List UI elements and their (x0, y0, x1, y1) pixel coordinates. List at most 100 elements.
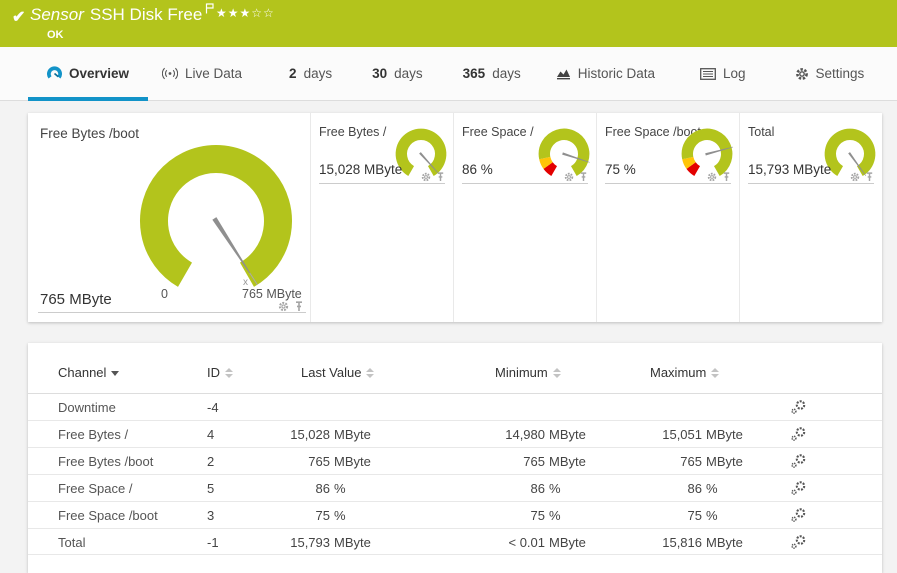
column-header-label: Minimum (495, 365, 548, 380)
tab-365-days[interactable]: 365 days (463, 47, 521, 101)
pin-icon[interactable] (722, 172, 731, 182)
divider (319, 183, 445, 184)
tab-live-data[interactable]: Live Data (162, 47, 242, 101)
last-value-unit: MByte (334, 427, 371, 442)
divider (748, 183, 874, 184)
gauge-value: 15,793 MByte (748, 162, 832, 177)
gauges-panel: Free Bytes /boot 0 765 MByte x 765 MByte… (28, 113, 882, 322)
maximum-unit: MByte (706, 535, 743, 550)
tab-label: Overview (68, 66, 130, 81)
last-value-unit: % (334, 508, 346, 523)
tab-settings[interactable]: Settings (795, 47, 864, 101)
tab-number: 365 (462, 66, 486, 81)
minimum-value: 86 (530, 481, 545, 496)
sort-icon (711, 367, 720, 378)
channel-id: 2 (207, 454, 215, 469)
last-value: 75 (315, 508, 330, 523)
tab-overview[interactable]: Overview (28, 47, 148, 101)
tab-30-days[interactable]: 30 days (372, 47, 423, 101)
tab-label: days (492, 66, 521, 81)
maximum-value: 86 (687, 481, 702, 496)
column-header-channel[interactable]: Channel (58, 365, 120, 380)
table-row-free-bytes-root: Free Bytes / 4 15,028 MByte 14,980 MByte 1… (28, 420, 882, 447)
sort-desc-icon (111, 371, 120, 376)
column-header-label: Last Value (301, 365, 362, 380)
column-header-minimum[interactable]: Minimum (495, 365, 561, 380)
column-header-last-value[interactable]: Last Value (301, 365, 375, 380)
gauge-cell-free-space-boot: Free Space /boot 75 % (596, 113, 739, 322)
area-chart-icon (556, 69, 570, 80)
channel-settings-gears-icon[interactable] (790, 480, 807, 499)
gauge-settings-gear-icon[interactable] (421, 172, 431, 182)
tab-number: 30 (372, 66, 388, 81)
priority-stars[interactable]: ★★★☆☆ (216, 6, 275, 20)
tab-2-days[interactable]: 2 days (289, 47, 332, 101)
table-row-downtime: Downtime -4 (28, 393, 882, 420)
last-value: 86 (315, 481, 330, 496)
table-row-free-space-root: Free Space / 5 86% 86% 86% (28, 474, 882, 501)
tab-log[interactable]: Log (700, 47, 746, 101)
list-icon (700, 67, 716, 80)
sort-icon (225, 367, 233, 378)
pin-icon[interactable] (865, 172, 874, 182)
channel-settings-gears-icon[interactable] (790, 426, 807, 445)
maximum-unit: MByte (706, 427, 743, 442)
gauge-settings-gear-icon[interactable] (850, 172, 860, 182)
column-header-label: Channel (58, 365, 107, 380)
gauge-value: 15,028 MByte (319, 162, 403, 177)
channels-table-panel: Channel ID Last Value Minimum Maximum Do… (28, 343, 882, 573)
pin-icon[interactable] (294, 301, 304, 312)
primary-gauge-cell: Free Bytes /boot 0 765 MByte x 765 MByte (28, 113, 310, 322)
pin-icon[interactable] (579, 172, 588, 182)
tab-historic-data[interactable]: Historic Data (556, 47, 655, 101)
channel-id: 3 (207, 508, 215, 523)
divider (38, 312, 306, 313)
channel-settings-gears-icon[interactable] (790, 453, 807, 472)
last-value-unit: MByte (334, 454, 371, 469)
gauge-value: 75 % (605, 162, 636, 177)
minimum-value: < 0.01 (508, 535, 545, 550)
last-value-unit: % (334, 481, 346, 496)
column-header-maximum[interactable]: Maximum (650, 365, 720, 380)
gauge-cell-free-bytes-root: Free Bytes / 15,028 MByte (310, 113, 453, 322)
gauge-scale-max: 765 MByte (242, 287, 302, 301)
table-row-free-space-boot: Free Space /boot 3 75% 75% 75% (28, 501, 882, 528)
gauge-settings-gear-icon[interactable] (564, 172, 574, 182)
column-header-id[interactable]: ID (207, 365, 233, 380)
divider (462, 183, 588, 184)
table-header-row: Channel ID Last Value Minimum Maximum (28, 365, 882, 393)
channel-name: Free Bytes /boot (58, 454, 154, 469)
gauge-cell-free-space-root: Free Space / 86 % (453, 113, 596, 322)
sort-icon (366, 367, 375, 378)
tab-bar: Overview Live Data 2 days 30 days 365 da… (0, 47, 897, 101)
minimum-value: 765 (523, 454, 545, 469)
stars-filled: ★★★ (216, 6, 252, 20)
tab-label: Log (723, 66, 746, 81)
gauge-scale-min: 0 (161, 287, 168, 301)
gauge-title: Free Space / (462, 125, 534, 139)
gauge-settings-gear-icon[interactable] (278, 301, 289, 312)
active-tab-underline (28, 96, 148, 101)
table-row-total: Total -1 15,793 MByte < 0.01 MByte 15,816 M… (28, 528, 882, 555)
tab-label: days (303, 66, 333, 81)
pin-icon[interactable] (436, 172, 445, 182)
channel-settings-gears-icon[interactable] (790, 534, 807, 553)
minimum-value: 14,980 (505, 427, 545, 442)
minimum-value: 75 (530, 508, 545, 523)
column-header-label: Maximum (650, 365, 707, 380)
maximum-unit: % (706, 508, 718, 523)
flag-icon[interactable] (205, 0, 215, 18)
gauge-icon (46, 66, 62, 79)
gauge-settings-gear-icon[interactable] (707, 172, 717, 182)
gauge-max-marker: x (243, 277, 248, 288)
channel-name: Total (58, 535, 86, 550)
broadcast-icon (162, 67, 178, 80)
channel-settings-gears-icon[interactable] (790, 507, 807, 526)
channel-settings-gears-icon[interactable] (790, 399, 807, 418)
status-ok-check-icon: ✔ (12, 9, 26, 26)
status-badge: OK (47, 29, 64, 41)
tab-label: days (394, 66, 423, 81)
channel-name: Free Space /boot (58, 508, 158, 523)
gauge-title: Free Bytes /boot (40, 126, 140, 141)
table-body: Downtime -4 Free Bytes / 4 15,028 MByte 1… (28, 393, 882, 555)
